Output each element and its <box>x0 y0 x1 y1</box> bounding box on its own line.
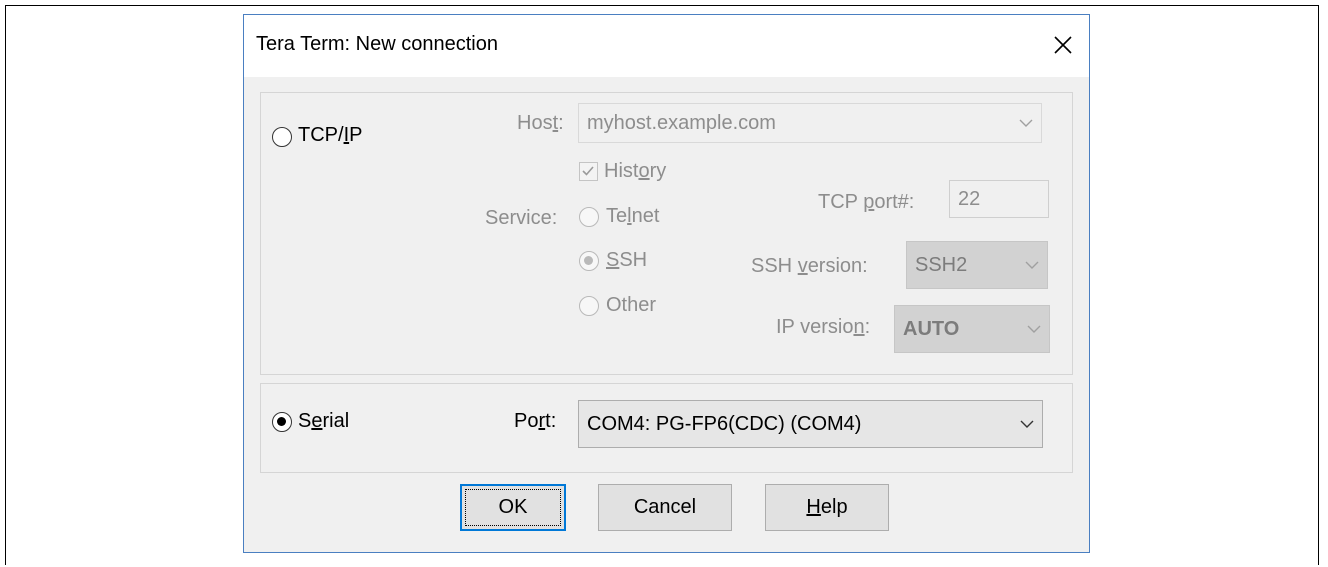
cancel-button-label: Cancel <box>633 496 697 518</box>
close-icon <box>1054 36 1072 54</box>
cancel-button[interactable]: Cancel <box>598 484 732 531</box>
chevron-down-icon[interactable] <box>1027 306 1041 352</box>
check-icon <box>582 166 594 176</box>
ssh-radio[interactable] <box>579 251 599 271</box>
close-button[interactable] <box>1045 27 1081 63</box>
tcpip-radio[interactable] <box>272 127 292 147</box>
help-button-label: Help <box>806 496 848 518</box>
telnet-radio[interactable] <box>579 207 599 227</box>
chevron-down-icon[interactable] <box>1025 242 1039 288</box>
title-bar: Tera Term: New connection <box>244 15 1089 77</box>
serial-port-label: Port: <box>514 410 557 432</box>
new-connection-dialog: Tera Term: New connection TCP/IP Host: m… <box>243 14 1090 553</box>
ssh-version-select[interactable]: SSH2 <box>906 241 1048 289</box>
dialog-title: Tera Term: New connection <box>256 33 498 55</box>
tcpip-radio-label: TCP/IP <box>298 124 363 146</box>
tcp-port-label: TCP port#: <box>818 191 915 213</box>
ssh-label: SSH <box>606 249 648 271</box>
tcp-port-input[interactable]: 22 <box>949 180 1049 218</box>
serial-radio-label: Serial <box>298 410 350 432</box>
ok-button[interactable]: OK <box>460 484 566 531</box>
ip-version-value: AUTO <box>903 317 960 340</box>
serial-port-select[interactable]: COM4: PG-FP6(CDC) (COM4) <box>578 400 1043 448</box>
serial-radio[interactable] <box>272 412 292 432</box>
ip-version-label: IP version: <box>776 316 871 338</box>
service-label: Service: <box>485 207 558 229</box>
telnet-label: Telnet <box>606 205 660 227</box>
chevron-down-icon[interactable] <box>1019 104 1033 142</box>
history-label: History <box>604 160 667 182</box>
help-button[interactable]: Help <box>765 484 889 531</box>
other-radio[interactable] <box>579 296 599 316</box>
ssh-version-label: SSH version: <box>751 255 868 277</box>
ip-version-select[interactable]: AUTO <box>894 305 1050 353</box>
other-label: Other <box>606 294 657 316</box>
host-label: Host: <box>517 112 564 134</box>
serial-port-value: COM4: PG-FP6(CDC) (COM4) <box>587 412 862 435</box>
host-combobox[interactable]: myhost.example.com <box>578 103 1042 143</box>
host-value: myhost.example.com <box>587 111 776 134</box>
history-checkbox[interactable] <box>579 162 598 181</box>
chevron-down-icon[interactable] <box>1020 401 1034 447</box>
tcp-port-value: 22 <box>958 187 981 210</box>
ssh-version-value: SSH2 <box>915 253 968 276</box>
